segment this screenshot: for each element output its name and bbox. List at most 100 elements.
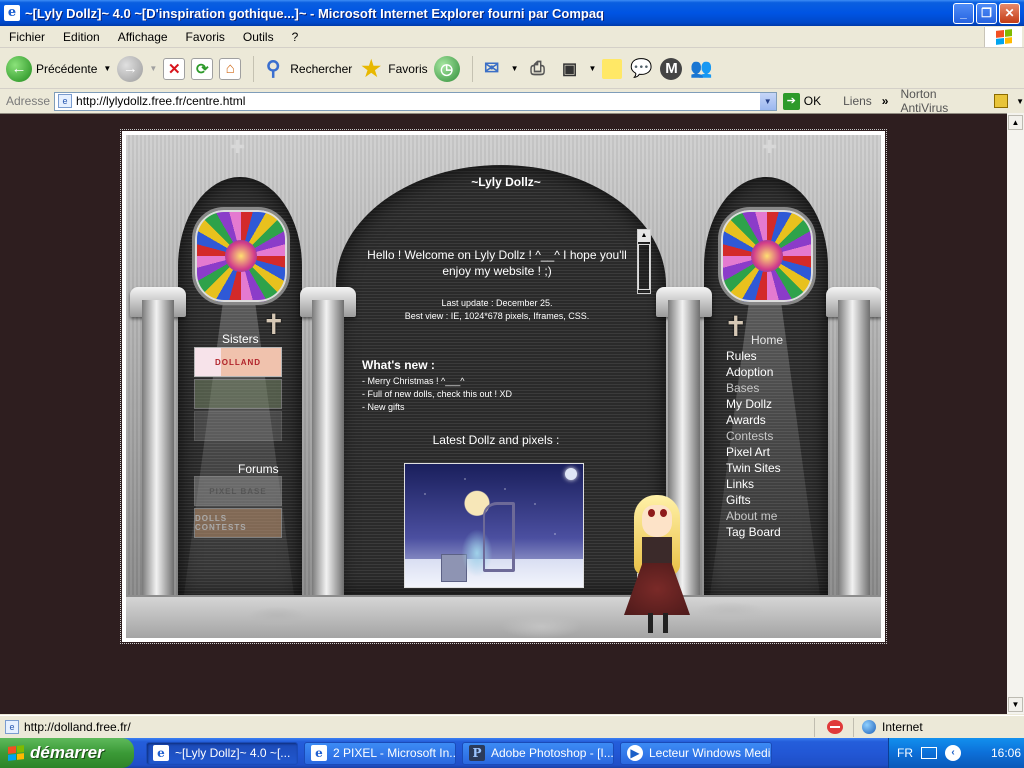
nav-link-home[interactable]: Home [726,332,783,348]
nav-link-contests[interactable]: Contests [726,428,783,444]
task-windows-media[interactable]: ▶ Lecteur Windows Media [620,741,772,765]
printer-icon: ⎙ [530,58,545,78]
menu-help[interactable]: ? [283,30,308,44]
popup-blocked-icon[interactable] [827,720,843,734]
stained-glass-window-left [192,207,290,305]
go-button[interactable]: ➔ OK [782,92,821,110]
sisters-label: Sisters [222,332,259,346]
keyboard-icon[interactable] [921,747,937,759]
language-indicator[interactable]: FR [897,746,913,760]
sister-banner[interactable] [194,379,282,409]
window-title: ~[Lyly Dollz]~ 4.0 ~[D'inspiration gothi… [25,5,605,21]
task-photoshop[interactable]: P Adobe Photoshop - [I... [462,741,614,765]
mail-icon: ✉ [484,58,500,78]
task-label: ~[Lyly Dollz]~ 4.0 ~[... [175,746,291,760]
messenger-button[interactable]: 👥 [688,56,714,82]
notes-button[interactable] [602,58,623,79]
address-url[interactable]: http://lylydollz.free.fr/centre.html [76,94,759,108]
forum-banner-dolls-contests[interactable]: DOLLS CONTESTS [194,508,282,538]
doll-skirt [624,563,690,615]
tray-expand-icon[interactable]: ‹ [945,745,961,761]
address-dropdown-icon[interactable]: ▼ [758,92,776,110]
menu-outils[interactable]: Outils [234,30,283,44]
nav-link-links[interactable]: Links [726,476,783,492]
search-button[interactable]: ⚲ Rechercher [260,56,352,82]
sister-banner[interactable] [194,411,282,441]
refresh-button[interactable]: ⟳ [191,57,214,80]
ornament-cross-icon: ✚ [762,137,778,157]
back-label: Précédente [36,61,98,76]
edit-button[interactable]: ▣ ▼ [557,56,597,82]
nav-link-bases[interactable]: Bases [726,380,783,396]
forum-banner-pixel-base[interactable]: PIXEL BASE [194,476,282,506]
mail-dropdown-icon[interactable]: ▼ [511,64,519,73]
forward-arrow-icon: → [117,55,144,82]
favorites-label: Favoris [388,61,428,76]
nav-link-twin-sites[interactable]: Twin Sites [726,460,783,476]
task-2-pixel[interactable]: e 2 PIXEL - Microsoft In... [304,741,456,765]
minimize-button[interactable]: _ [953,2,974,24]
doll-legs [648,613,668,633]
stone-column [838,300,870,630]
address-input[interactable]: e http://lylydollz.free.fr/centre.html ▼ [54,91,777,111]
clock[interactable]: 16:06 [991,746,1021,760]
task-lyly-dollz[interactable]: e ~[Lyly Dollz]~ 4.0 ~[... [146,741,298,765]
menu-edition[interactable]: Edition [54,30,109,44]
chevron-icon[interactable]: » [882,94,889,108]
nav-link-about-me[interactable]: About me [726,508,783,524]
forward-button[interactable]: → ▼ [117,55,157,82]
menu-fichier[interactable]: Fichier [0,30,54,44]
menu-affichage[interactable]: Affichage [109,30,177,44]
sister-banner-dolland[interactable]: DOLLAND [194,347,282,377]
scroll-up-arrow-icon[interactable]: ▲ [1008,115,1023,130]
update-info: Last update : December 25. Best view : I… [366,297,628,323]
toolbar-separator [253,55,255,82]
scroll-up-arrow-icon[interactable]: ▲ [638,230,650,242]
start-label: démarrer [30,743,104,762]
favorites-button[interactable]: ★ Favoris [358,56,427,82]
edit-dropdown-icon[interactable]: ▼ [589,64,597,73]
security-zone[interactable]: Internet [862,720,923,734]
print-button[interactable]: ⎙ [525,56,551,82]
status-text: http://dolland.free.fr/ [24,720,131,734]
maximize-button[interactable]: ❐ [976,2,997,24]
address-bar: Adresse e http://lylydollz.free.fr/centr… [0,87,1024,115]
msn-button[interactable]: M [660,57,683,80]
scroll-thumb[interactable] [638,244,650,290]
menu-favoris[interactable]: Favoris [177,30,234,44]
nav-link-pixel-art[interactable]: Pixel Art [726,444,783,460]
norton-toolbar[interactable]: Norton AntiVirus ▼ [900,87,1024,115]
doll-face [642,505,672,537]
norton-dropdown-icon[interactable]: ▼ [1016,97,1024,106]
page-scrollbar[interactable]: ▲ ▼ [1007,113,1024,714]
last-update-text: Last update : December 25. [441,298,553,308]
mail-button[interactable]: ✉ ▼ [479,56,519,82]
close-button[interactable]: ✕ [999,2,1020,24]
nav-link-my-dollz[interactable]: My Dollz [726,396,783,412]
start-button[interactable]: démarrer [0,738,134,768]
back-dropdown-icon[interactable]: ▼ [103,64,111,73]
home-button[interactable]: ⌂ [219,57,242,80]
ie-app-icon[interactable]: e [4,5,20,21]
nav-link-adoption[interactable]: Adoption [726,364,783,380]
links-toolbar[interactable]: Liens » [843,94,888,108]
task-label: Lecteur Windows Media [649,746,772,760]
nav-link-tag-board[interactable]: Tag Board [726,524,783,540]
history-button[interactable]: ◷ [433,55,460,82]
stone-column [142,300,174,630]
windows-logo-icon [8,745,24,761]
moon-icon [565,468,577,480]
back-arrow-icon: ← [6,55,32,82]
media-player-icon: ▶ [627,745,643,761]
stone-floor [126,595,881,638]
latest-pixel-artwork[interactable] [404,463,584,588]
nav-link-gifts[interactable]: Gifts [726,492,783,508]
discuss-button[interactable]: 💬 [628,56,654,82]
nav-link-rules[interactable]: Rules [726,348,783,364]
back-button[interactable]: ← Précédente ▼ [6,55,111,82]
iframe-scrollbar[interactable]: ▲ [637,229,651,294]
stop-button[interactable]: ✕ [163,57,186,80]
nav-link-awards[interactable]: Awards [726,412,783,428]
scroll-down-arrow-icon[interactable]: ▼ [1008,697,1023,712]
forward-dropdown-icon[interactable]: ▼ [149,64,157,73]
